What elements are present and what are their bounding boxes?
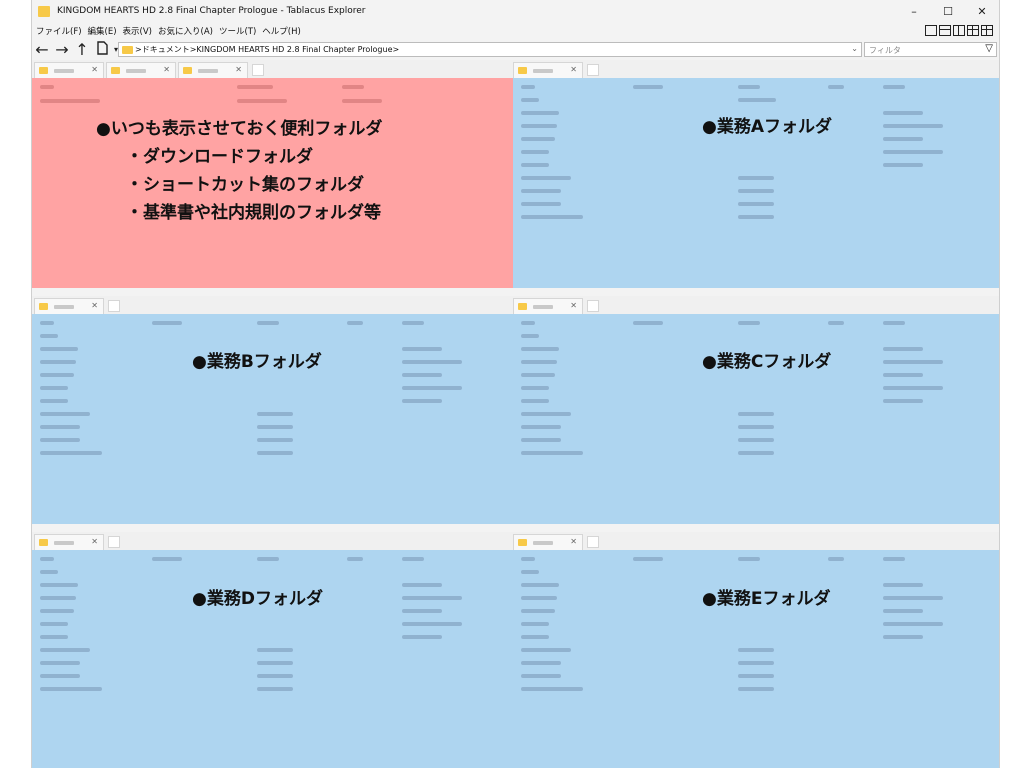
file-list[interactable] [32, 314, 513, 524]
pane-bottom-right: ✕ ●業務Eフォルダ [513, 532, 999, 768]
add-tab-button[interactable] [587, 300, 599, 312]
file-list[interactable] [513, 78, 999, 288]
folder-icon [518, 303, 527, 310]
folder-icon [39, 539, 48, 546]
filter-input[interactable]: フィルタ ▽ [864, 42, 997, 57]
title-bar: KINGDOM HEARTS HD 2.8 Final Chapter Prol… [32, 0, 999, 22]
close-tab-icon[interactable]: ✕ [91, 537, 98, 546]
explorer-window: KINGDOM HEARTS HD 2.8 Final Chapter Prol… [31, 0, 1000, 768]
file-list[interactable] [32, 550, 513, 768]
menu-view[interactable]: 表示(V) [122, 25, 153, 37]
overlay-label: ●業務Eフォルダ [702, 589, 831, 609]
pane-tab-bar: ✕ [32, 532, 513, 550]
layout-grid-icon[interactable] [967, 25, 979, 36]
close-tab-icon[interactable]: ✕ [91, 301, 98, 310]
folder-icon [122, 45, 133, 54]
overlay-line: ・基準書や社内規則のフォルダ等 [126, 203, 381, 223]
menu-edit[interactable]: 編集(E) [87, 25, 118, 37]
pane-tab-bar: ✕ [32, 296, 513, 314]
layout-horizontal-icon[interactable] [939, 25, 951, 36]
add-tab-button[interactable] [108, 300, 120, 312]
add-tab-button[interactable] [108, 536, 120, 548]
pane-tab[interactable]: ✕ [513, 534, 583, 550]
close-tab-icon[interactable]: ✕ [570, 65, 577, 74]
menu-file[interactable]: ファイル(F) [35, 25, 83, 37]
pane-top-right: ✕ ●業務Aフォルダ [513, 60, 999, 288]
menu-help[interactable]: ヘルプ(H) [261, 25, 302, 37]
layout-single-icon[interactable] [925, 25, 937, 36]
up-button[interactable]: ↑ [72, 41, 92, 59]
back-button[interactable]: ← [32, 41, 52, 59]
maximize-button[interactable]: ☐ [931, 0, 965, 22]
breadcrumb-sep: > [189, 45, 197, 54]
forward-button[interactable]: → [52, 41, 72, 59]
window-controls: – ☐ ✕ [897, 0, 999, 22]
pane-tab[interactable]: ✕ [513, 62, 583, 78]
close-tab-icon[interactable]: ✕ [235, 65, 242, 74]
close-tab-icon[interactable]: ✕ [91, 65, 98, 74]
overlay-label: ●業務Dフォルダ [192, 589, 323, 609]
folder-icon [39, 67, 48, 74]
pane-tab-bar: ✕ [513, 532, 999, 550]
file-list[interactable] [513, 314, 999, 524]
layout-vertical-icon[interactable] [953, 25, 965, 36]
folder-icon [518, 539, 527, 546]
new-tab-icon[interactable] [92, 41, 112, 59]
breadcrumb-sep: > [135, 45, 142, 54]
window-title: KINGDOM HEARTS HD 2.8 Final Chapter Prol… [57, 6, 366, 16]
folder-icon [183, 67, 192, 74]
overlay-label: ●業務Aフォルダ [702, 117, 832, 137]
menu-bar: ファイル(F) 編集(E) 表示(V) お気に入り(A) ツール(T) ヘルプ(… [32, 22, 999, 40]
breadcrumb-sep: > [392, 45, 400, 54]
filter-icon[interactable]: ▽ [985, 43, 993, 54]
pane-mid-right: ✕ ●業務Cフォルダ [513, 296, 999, 524]
filter-placeholder: フィルタ [869, 46, 901, 55]
toolbar: ← → ↑ ▾ > ドキュメント > KINGDOM HEARTS HD 2.8… [32, 40, 999, 60]
add-tab-button[interactable] [587, 64, 599, 76]
layout-grid-six-icon[interactable] [981, 25, 993, 36]
close-tab-icon[interactable]: ✕ [570, 301, 577, 310]
pane-mid-left: ✕ ●業務Bフォルダ [32, 296, 513, 524]
add-tab-button[interactable] [252, 64, 264, 76]
overlay-line: ●いつも表示させておく便利フォルダ [96, 119, 383, 139]
overlay-label: ●業務Bフォルダ [192, 352, 322, 372]
close-button[interactable]: ✕ [965, 0, 999, 22]
pane-tab[interactable]: ✕ [106, 62, 176, 78]
breadcrumb-documents[interactable]: ドキュメント [142, 44, 190, 55]
pane-tab-bar: ✕ [513, 60, 999, 78]
close-tab-icon[interactable]: ✕ [163, 65, 170, 74]
pane-bottom-left: ✕ ●業務Dフォルダ [32, 532, 513, 768]
address-bar[interactable]: > ドキュメント > KINGDOM HEARTS HD 2.8 Final C… [118, 42, 862, 57]
layout-switcher [925, 25, 993, 36]
pane-tab-bar: ✕ ✕ ✕ [32, 60, 513, 78]
menu-tools[interactable]: ツール(T) [218, 25, 257, 37]
menu-favorites[interactable]: お気に入り(A) [157, 25, 214, 37]
overlay-line: ・ダウンロードフォルダ [126, 147, 313, 167]
pane-tab[interactable]: ✕ [34, 534, 104, 550]
pane-tab[interactable]: ✕ [513, 298, 583, 314]
pane-top-left: ✕ ✕ ✕ ●いつも表示させておく便利フォルダ ・ダウンロードフォルダ ・ショー… [32, 60, 513, 288]
minimize-button[interactable]: – [897, 0, 931, 22]
address-dropdown-icon[interactable]: ⌄ [851, 44, 858, 53]
overlay-label: ●業務Cフォルダ [702, 352, 832, 372]
folder-icon [111, 67, 120, 74]
pane-tab[interactable]: ✕ [34, 62, 104, 78]
pane-tab-bar: ✕ [513, 296, 999, 314]
folder-icon [38, 5, 50, 17]
overlay-label: ●いつも表示させておく便利フォルダ ・ダウンロードフォルダ ・ショートカット集の… [96, 115, 382, 227]
overlay-line: ・ショートカット集のフォルダ [126, 175, 364, 195]
breadcrumb-current[interactable]: KINGDOM HEARTS HD 2.8 Final Chapter Prol… [196, 45, 392, 54]
pane-tab[interactable]: ✕ [34, 298, 104, 314]
file-list[interactable] [513, 550, 999, 768]
pane-tab[interactable]: ✕ [178, 62, 248, 78]
folder-icon [518, 67, 527, 74]
folder-icon [39, 303, 48, 310]
close-tab-icon[interactable]: ✕ [570, 537, 577, 546]
add-tab-button[interactable] [587, 536, 599, 548]
